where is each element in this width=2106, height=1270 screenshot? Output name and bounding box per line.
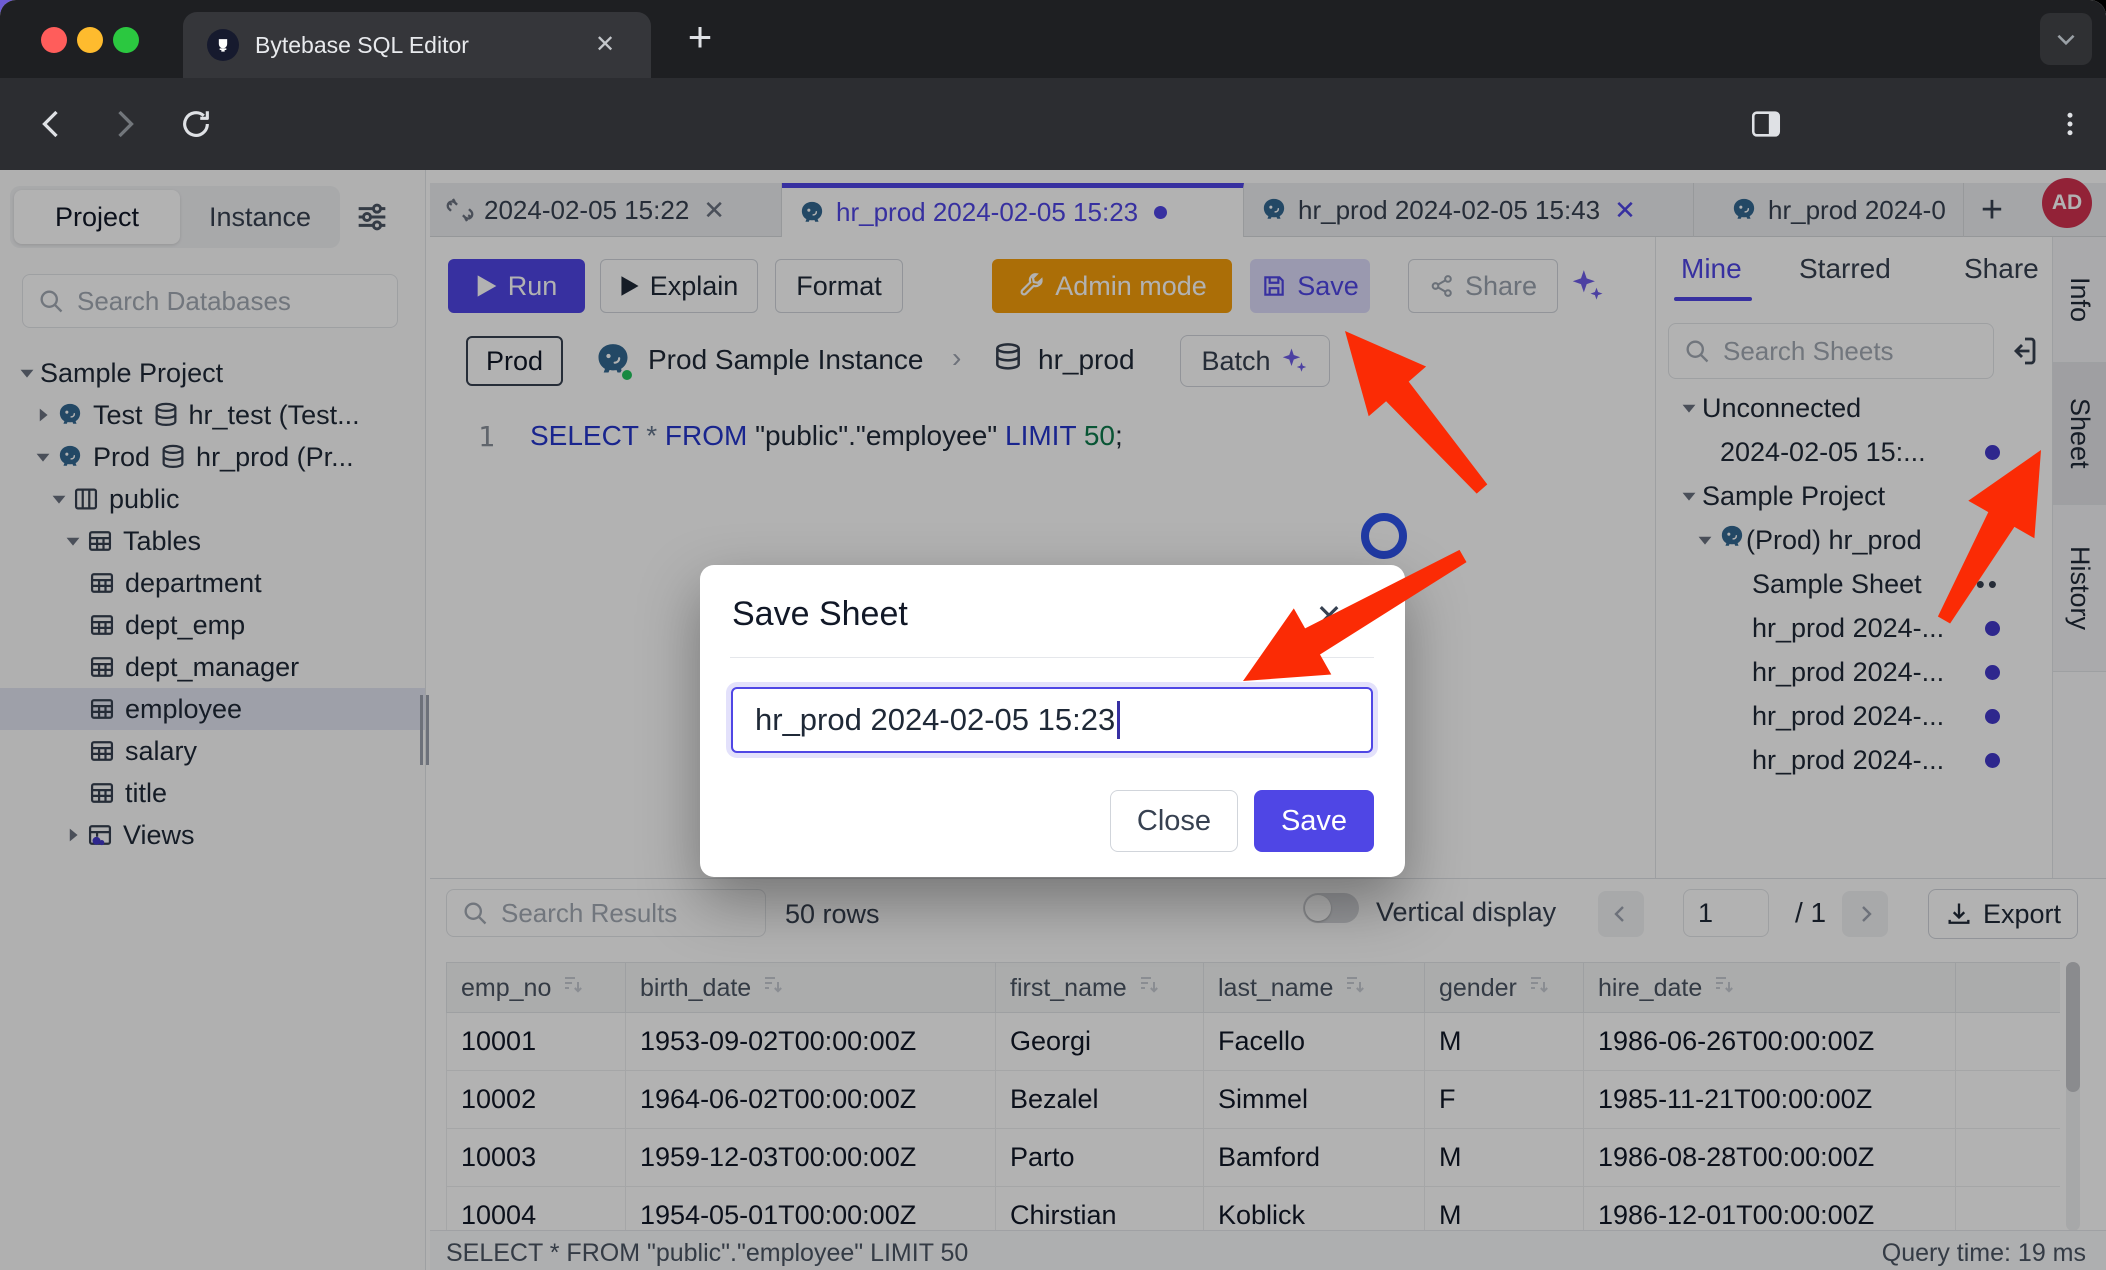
browser-menu-kebab-icon[interactable] (2048, 102, 2092, 146)
dialog-divider (730, 657, 1374, 658)
browser-window: Bytebase SQL Editor ✕ + loc (0, 0, 2106, 1270)
back-icon[interactable] (30, 102, 74, 146)
browser-tab[interactable]: Bytebase SQL Editor ✕ (183, 12, 651, 78)
text-caret (1117, 701, 1120, 739)
browser-tab-title: Bytebase SQL Editor (255, 32, 469, 59)
new-tab-button[interactable]: + (676, 14, 724, 62)
traffic-light-close[interactable] (41, 27, 67, 53)
tab-search-chevron-icon[interactable] (2040, 13, 2092, 65)
browser-tab-close-icon[interactable]: ✕ (591, 31, 619, 59)
sheet-name-input[interactable]: hr_prod 2024-02-05 15:23 (731, 687, 1373, 753)
side-panel-icon[interactable] (1744, 102, 1788, 146)
forward-icon[interactable] (102, 102, 146, 146)
save-sheet-dialog: Save Sheet ✕ hr_prod 2024-02-05 15:23 Cl… (700, 565, 1405, 877)
dialog-close-button[interactable]: Close (1110, 790, 1238, 852)
sheet-name-value: hr_prod 2024-02-05 15:23 (755, 702, 1115, 738)
reload-icon[interactable] (174, 102, 218, 146)
dialog-save-button[interactable]: Save (1254, 790, 1374, 852)
dialog-title: Save Sheet (732, 595, 908, 634)
browser-toolbar: localhost:8080/sql-editor/prod-sample-in… (0, 78, 2106, 170)
traffic-light-maximize[interactable] (113, 27, 139, 53)
bytebase-favicon-icon (207, 29, 239, 61)
dialog-close-icon[interactable]: ✕ (1312, 599, 1346, 633)
browser-tabstrip: Bytebase SQL Editor ✕ + (0, 0, 2106, 78)
traffic-light-minimize[interactable] (77, 27, 103, 53)
screenshot-stage: Bytebase SQL Editor ✕ + loc (0, 0, 2106, 1270)
